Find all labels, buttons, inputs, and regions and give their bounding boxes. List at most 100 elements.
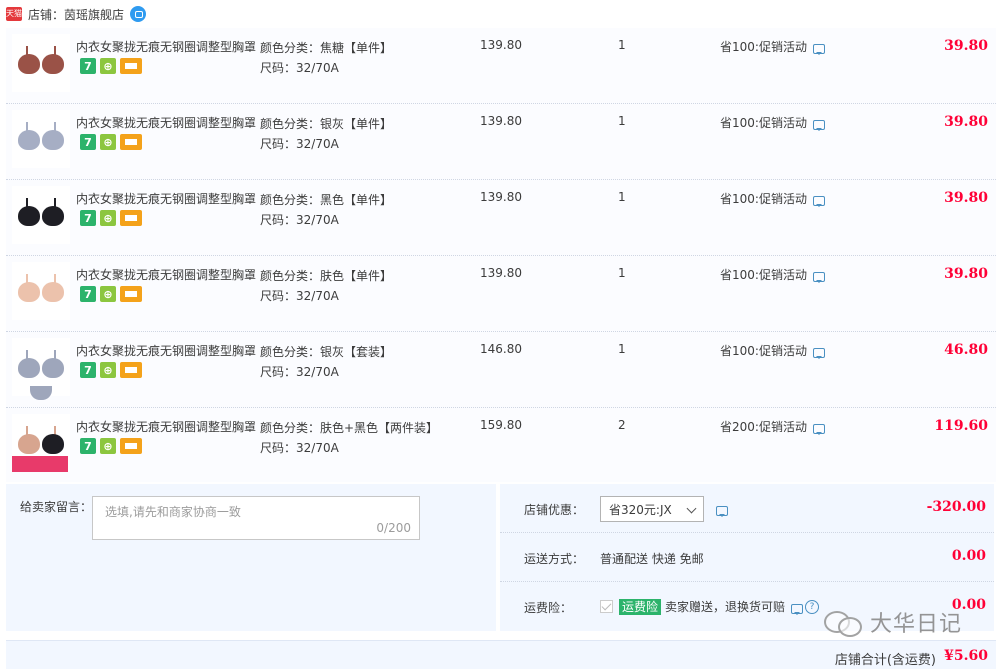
total-label: 店铺合计(含运费) <box>834 653 936 668</box>
product-title[interactable]: 内衣女聚拢无痕无钢圈调整型胸罩 <box>76 114 258 131</box>
message-icon[interactable] <box>812 423 825 435</box>
unit-price: 146.80 <box>480 342 522 356</box>
order-row: 内衣女聚拢无痕无钢圈调整型胸罩 7 ⊕ 颜色分类：焦糖【单件】 尺码：32/70… <box>6 28 996 104</box>
item-subtotal: 46.80 <box>944 342 988 358</box>
unit-price: 139.80 <box>480 190 522 204</box>
insurance-checkbox[interactable] <box>600 600 613 613</box>
promo-sticker <box>12 456 68 472</box>
insurance-text: 卖家赠送，退换货可赔 <box>665 600 786 614</box>
product-title[interactable]: 内衣女聚拢无痕无钢圈调整型胸罩 <box>76 418 258 435</box>
order-row: 内衣女聚拢无痕无钢圈调整型胸罩 7 ⊕ 颜色分类：银灰【单件】 尺码：32/70… <box>6 104 996 180</box>
product-thumbnail[interactable] <box>12 262 70 320</box>
coupon-selected: 省320元:JX <box>609 502 672 517</box>
shipping-row: 运送方式： 普通配送 快递 免邮 0.00 <box>500 533 994 582</box>
message-icon[interactable] <box>716 506 728 517</box>
memo-label: 给卖家留言： <box>20 500 93 514</box>
discount-value: -320.00 <box>926 499 986 515</box>
promotion: 省100:促销活动 <box>720 190 825 207</box>
help-icon[interactable]: ? <box>805 599 820 614</box>
card-payment-icon <box>120 210 142 226</box>
guarantee-icon: ⊕ <box>100 286 116 302</box>
sku-info: 颜色分类：银灰【套装】 尺码：32/70A <box>260 342 392 382</box>
sku-size: 尺码：32/70A <box>260 213 339 227</box>
card-payment-icon <box>120 362 142 378</box>
card-payment-icon <box>120 286 142 302</box>
message-icon[interactable] <box>812 43 825 55</box>
promotion-text: 省100:促销活动 <box>720 192 807 206</box>
product-title[interactable]: 内衣女聚拢无痕无钢圈调整型胸罩 <box>76 342 258 359</box>
product-thumbnail[interactable] <box>12 186 70 244</box>
seven-day-return-icon: 7 <box>80 210 96 226</box>
total-value: ¥5.60 <box>944 648 988 664</box>
bra-image-icon <box>16 198 66 232</box>
wechat-logo-icon <box>824 609 864 637</box>
discount-label: 店铺优惠： <box>524 503 585 517</box>
shop-name[interactable]: 店铺：茵瑶旗舰店 <box>28 6 124 23</box>
chat-icon[interactable] <box>130 6 147 22</box>
order-row: 内衣女聚拢无痕无钢圈调整型胸罩 7 ⊕ 颜色分类：银灰【套装】 尺码：32/70… <box>6 332 996 408</box>
product-title[interactable]: 内衣女聚拢无痕无钢圈调整型胸罩 <box>76 266 258 283</box>
quantity: 2 <box>618 418 626 432</box>
product-title[interactable]: 内衣女聚拢无痕无钢圈调整型胸罩 <box>76 190 258 207</box>
memo-panel: 给卖家留言： 选填,请先和商家协商一致 0/200 <box>6 484 496 631</box>
product-title[interactable]: 内衣女聚拢无痕无钢圈调整型胸罩 <box>76 38 258 55</box>
unit-price: 139.80 <box>480 38 522 52</box>
sku-color: 颜色分类：银灰【套装】 <box>260 345 393 359</box>
product-thumbnail[interactable] <box>12 414 70 472</box>
service-badges: 7 ⊕ <box>80 58 142 74</box>
order-row: 内衣女聚拢无痕无钢圈调整型胸罩 7 ⊕ 颜色分类：肤色【单件】 尺码：32/70… <box>6 256 996 332</box>
item-subtotal: 39.80 <box>944 190 988 206</box>
quantity: 1 <box>618 342 626 356</box>
chevron-down-icon <box>686 503 697 514</box>
seven-day-return-icon: 7 <box>80 362 96 378</box>
card-payment-icon <box>120 134 142 150</box>
product-thumbnail[interactable] <box>12 338 70 400</box>
insurance-label: 运费险： <box>524 601 573 615</box>
sku-color: 颜色分类：焦糖【单件】 <box>260 41 393 55</box>
quantity: 1 <box>618 114 626 128</box>
sku-info: 颜色分类：银灰【单件】 尺码：32/70A <box>260 114 392 154</box>
watermark-text: 大华日记 <box>870 612 963 637</box>
guarantee-icon: ⊕ <box>100 438 116 454</box>
unit-price: 139.80 <box>480 266 522 280</box>
message-icon[interactable] <box>812 271 825 283</box>
guarantee-icon: ⊕ <box>100 362 116 378</box>
bra-image-icon <box>16 274 66 308</box>
sku-info: 颜色分类：肤色【单件】 尺码：32/70A <box>260 266 392 306</box>
promotion-text: 省200:促销活动 <box>720 420 807 434</box>
quantity: 1 <box>618 38 626 52</box>
promotion: 省100:促销活动 <box>720 342 825 359</box>
message-icon[interactable] <box>812 195 825 207</box>
memo-input[interactable]: 选填,请先和商家协商一致 0/200 <box>92 496 420 540</box>
seven-day-return-icon: 7 <box>80 438 96 454</box>
message-icon[interactable] <box>812 119 825 131</box>
bra-image-icon <box>16 46 66 80</box>
order-row: 内衣女聚拢无痕无钢圈调整型胸罩 7 ⊕ 颜色分类：肤色+黑色【两件装】 尺码：3… <box>6 408 996 484</box>
order-list: 内衣女聚拢无痕无钢圈调整型胸罩 7 ⊕ 颜色分类：焦糖【单件】 尺码：32/70… <box>6 28 996 482</box>
sku-size: 尺码：32/70A <box>260 61 339 75</box>
card-payment-icon <box>120 58 142 74</box>
total-bar: 店铺合计(含运费) ¥5.60 <box>6 640 996 669</box>
quantity: 1 <box>618 266 626 280</box>
watermark: 大华日记 <box>824 606 962 638</box>
promotion-text: 省100:促销活动 <box>720 344 807 358</box>
promotion: 省100:促销活动 <box>720 266 825 283</box>
seven-day-return-icon: 7 <box>80 134 96 150</box>
message-icon[interactable] <box>812 347 825 359</box>
service-badges: 7 ⊕ <box>80 210 142 226</box>
message-icon[interactable] <box>791 603 804 615</box>
item-subtotal: 39.80 <box>944 266 988 282</box>
promotion-text: 省100:促销活动 <box>720 116 807 130</box>
promotion-text: 省100:促销活动 <box>720 268 807 282</box>
shipping-method: 普通配送 快递 免邮 <box>600 552 704 566</box>
sku-size: 尺码：32/70A <box>260 441 339 455</box>
item-subtotal: 119.60 <box>934 418 988 434</box>
product-thumbnail[interactable] <box>12 34 70 92</box>
product-thumbnail[interactable] <box>12 110 70 168</box>
promotion: 省200:促销活动 <box>720 418 825 435</box>
memo-placeholder: 选填,请先和商家协商一致 <box>105 505 241 519</box>
memo-char-count: 0/200 <box>376 521 411 535</box>
tmall-badge: 天猫 <box>6 7 22 21</box>
coupon-select[interactable]: 省320元:JX <box>600 496 704 522</box>
unit-price: 139.80 <box>480 114 522 128</box>
